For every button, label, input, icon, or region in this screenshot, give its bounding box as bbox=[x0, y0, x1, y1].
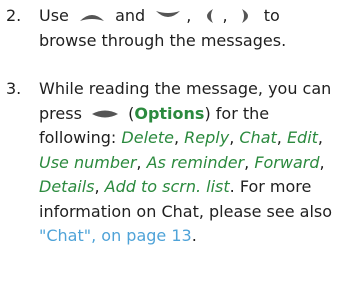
selection-key-icon bbox=[90, 106, 120, 122]
option-delete: Delete bbox=[121, 128, 174, 147]
manual-page: 2. Use and , , to browse through the mes… bbox=[0, 0, 342, 298]
step-number: 3. bbox=[6, 79, 22, 98]
option-forward: Forward bbox=[254, 152, 320, 172]
option-reply: Reply bbox=[184, 128, 230, 147]
step-text: While reading the message, you can press… bbox=[39, 79, 333, 245]
option-as-reminder: As reminder bbox=[146, 152, 245, 172]
step-number: 2. bbox=[6, 6, 22, 25]
step-text: Use and , , to browse through the messag… bbox=[39, 6, 287, 50]
option-edit: Edit bbox=[286, 128, 318, 147]
option-details: Details bbox=[39, 177, 95, 196]
option-use-number: Use number bbox=[39, 152, 137, 172]
option-add-to-screen-list: Add to scrn. list bbox=[104, 177, 230, 196]
scroll-down-key-icon bbox=[153, 8, 183, 24]
chat-page-link[interactable]: "Chat", on page 13 bbox=[39, 226, 192, 245]
step-2: 2. Use and , , to browse through the mes… bbox=[6, 4, 342, 53]
step-3: 3. While reading the message, you can pr… bbox=[6, 77, 342, 249]
options-softkey-label: Options bbox=[134, 103, 205, 123]
option-chat: Chat bbox=[239, 128, 277, 147]
scroll-left-key-icon bbox=[199, 8, 219, 24]
scroll-up-key-icon bbox=[77, 8, 107, 24]
scroll-right-key-icon bbox=[236, 8, 256, 24]
